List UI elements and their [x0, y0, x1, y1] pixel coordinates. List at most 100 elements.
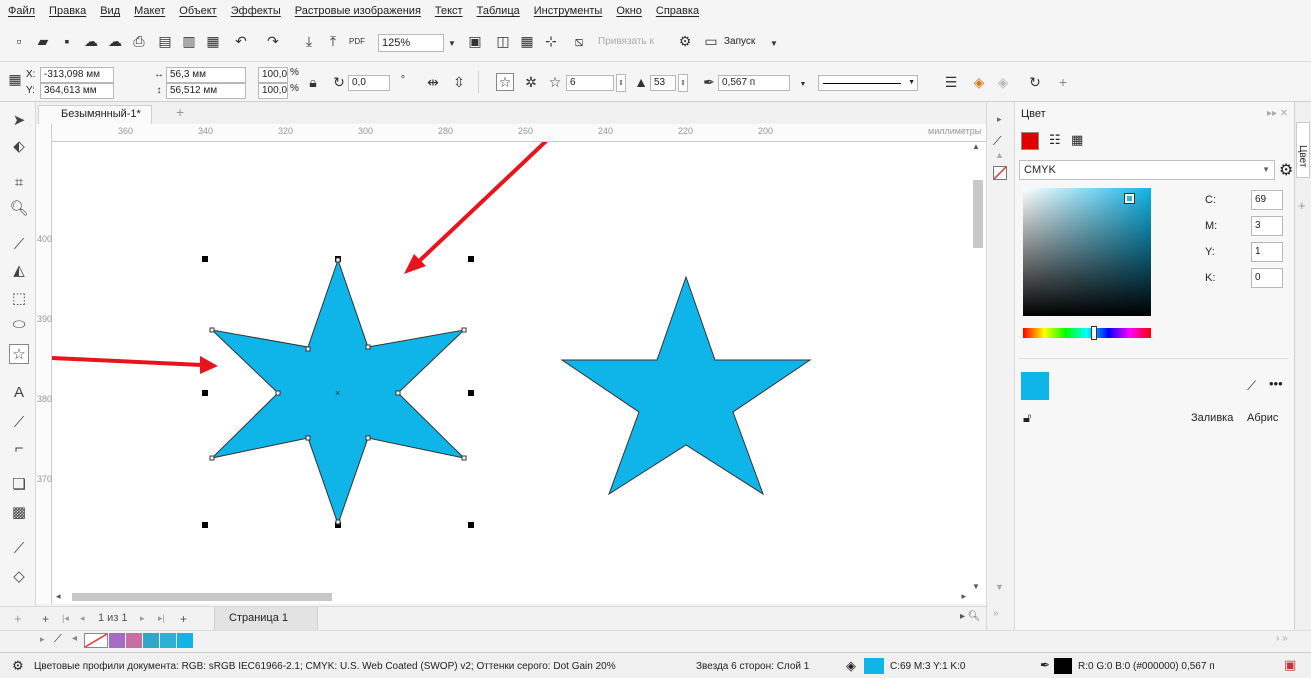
- reference-point-icon[interactable]: ▦: [6, 70, 24, 88]
- new-tab-plus-icon[interactable]: +: [176, 104, 184, 120]
- add-property-plus-icon[interactable]: +: [1054, 73, 1072, 91]
- vertical-scroll-thumb[interactable]: [973, 180, 983, 248]
- width-field[interactable]: 56,3 мм: [166, 67, 246, 83]
- palette-swatch[interactable]: [143, 633, 159, 648]
- docker-collapse-icon[interactable]: ▸▸ ✕: [1267, 108, 1288, 119]
- launch-label[interactable]: Запуск: [724, 36, 755, 47]
- cloud-upload-icon[interactable]: ☁: [82, 32, 100, 50]
- layer-back-icon[interactable]: ◈: [994, 73, 1012, 91]
- options-gear-icon[interactable]: ⚙: [676, 32, 694, 50]
- drawing-canvas[interactable]: ×: [52, 142, 970, 590]
- menu-effects[interactable]: Эффекты: [231, 5, 281, 17]
- strip-down-icon[interactable]: ▼: [995, 582, 1004, 592]
- layer-front-icon[interactable]: ◈: [970, 73, 988, 91]
- selection-handle[interactable]: [202, 390, 208, 396]
- hue-slider[interactable]: [1023, 326, 1151, 340]
- print-icon[interactable]: ⎙: [130, 32, 148, 50]
- text-tool-icon[interactable]: A: [9, 382, 29, 402]
- drop-shadow-icon[interactable]: ❏: [9, 474, 29, 494]
- grid-icon[interactable]: ▦: [518, 32, 536, 50]
- menu-text[interactable]: Текст: [435, 5, 463, 17]
- snap-to-label[interactable]: Привязать к: [598, 36, 654, 47]
- selection-handle[interactable]: [468, 256, 474, 262]
- selection-handle[interactable]: [468, 522, 474, 528]
- import-icon[interactable]: ⤓: [300, 32, 318, 50]
- full-screen-icon[interactable]: ▣: [466, 32, 484, 50]
- scroll-left-icon[interactable]: ◂: [56, 591, 61, 602]
- new-document-icon[interactable]: ▫: [10, 32, 28, 50]
- next-page-icon[interactable]: ▸: [140, 613, 145, 624]
- color-viewer-icon[interactable]: [1021, 132, 1039, 150]
- page-tab[interactable]: Страница 1: [214, 607, 318, 631]
- scale-height-field[interactable]: 100,0: [258, 83, 288, 99]
- menu-tools[interactable]: Инструменты: [534, 5, 603, 17]
- height-field[interactable]: 56,512 мм: [166, 83, 246, 99]
- palette-scroll-right-icon[interactable]: › »: [1276, 633, 1288, 644]
- copy-icon[interactable]: ▥: [180, 32, 198, 50]
- parallel-dimension-icon[interactable]: ⟋: [9, 412, 29, 432]
- pdf-icon[interactable]: PDF: [348, 32, 366, 50]
- c-value-field[interactable]: 69: [1251, 190, 1283, 210]
- convert-to-curves-icon[interactable]: ↻: [1026, 73, 1044, 91]
- outline-width-dropdown-icon[interactable]: ▼: [796, 75, 810, 93]
- sharpness-spinner-icon[interactable]: ⇕: [678, 74, 688, 92]
- artistic-media-icon[interactable]: ◭: [9, 260, 29, 280]
- zoom-page-icon[interactable]: ▸ 🔍︎: [960, 611, 981, 622]
- color-options-gear-icon[interactable]: ⚙: [1279, 160, 1293, 180]
- menu-file[interactable]: Файл: [8, 5, 35, 17]
- docker-side-tab-color[interactable]: Цвет: [1296, 122, 1310, 178]
- menu-bitmaps[interactable]: Растровые изображения: [295, 5, 421, 17]
- palette-swatch[interactable]: [109, 633, 125, 648]
- menu-layout[interactable]: Макет: [134, 5, 165, 17]
- vertical-ruler[interactable]: 400 390 380 370: [36, 124, 52, 604]
- selection-handle[interactable]: [468, 390, 474, 396]
- menu-table[interactable]: Таблица: [477, 5, 520, 17]
- outline-button[interactable]: Абрис: [1247, 412, 1278, 424]
- complex-star-icon[interactable]: ✲: [522, 73, 540, 91]
- color-palettes-icon[interactable]: ▦: [1071, 132, 1083, 148]
- launch-icon[interactable]: ▭: [702, 32, 720, 50]
- add-page-before-icon[interactable]: +: [42, 612, 49, 626]
- menu-help[interactable]: Справка: [656, 5, 699, 17]
- menu-view[interactable]: Вид: [100, 5, 120, 17]
- strip-no-color-icon[interactable]: [993, 166, 1007, 180]
- m-value-field[interactable]: 3: [1251, 216, 1283, 236]
- menu-window[interactable]: Окно: [616, 5, 642, 17]
- pick-tool-icon[interactable]: ➤: [9, 110, 29, 130]
- interactive-fill-icon[interactable]: ◇: [9, 566, 29, 586]
- more-options-icon[interactable]: •••: [1269, 376, 1283, 391]
- hue-slider-handle[interactable]: [1091, 326, 1097, 340]
- rotation-field[interactable]: 0,0: [348, 75, 390, 91]
- snap-toggle-icon[interactable]: ⧅: [570, 32, 588, 50]
- polygon-star-tool-icon[interactable]: ☆: [9, 344, 29, 364]
- scale-width-field[interactable]: 100,0: [258, 67, 288, 83]
- scroll-right-icon[interactable]: ▸: [961, 591, 966, 602]
- vertical-scrollbar[interactable]: ▲ ▼: [970, 142, 986, 604]
- redo-icon[interactable]: ↷: [264, 32, 282, 50]
- text-wrap-icon[interactable]: ☰: [942, 73, 960, 91]
- palette-swatch[interactable]: [126, 633, 142, 648]
- document-tab[interactable]: Безымянный-1*: [38, 105, 152, 124]
- strip-more-icon[interactable]: »: [993, 608, 999, 619]
- ellipse-tool-icon[interactable]: ⬭: [9, 314, 29, 334]
- menu-object[interactable]: Объект: [179, 5, 216, 17]
- strip-up-icon[interactable]: ▲: [995, 150, 1004, 160]
- crop-tool-icon[interactable]: ⌗: [9, 172, 29, 192]
- cloud-download-icon[interactable]: ☁: [106, 32, 124, 50]
- palette-eyedropper-icon[interactable]: ⟋: [54, 633, 62, 646]
- docker-add-icon[interactable]: +: [1298, 198, 1306, 213]
- shape-tool-icon[interactable]: ⬖: [9, 136, 29, 156]
- mirror-vertical-icon[interactable]: ⇳: [450, 73, 468, 91]
- prev-page-icon[interactable]: ◂: [80, 613, 85, 624]
- color-model-select[interactable]: CMYK ▼: [1019, 160, 1275, 180]
- y-position-field[interactable]: 364,613 мм: [40, 83, 114, 99]
- menu-edit[interactable]: Правка: [49, 5, 86, 17]
- star-shape-icon[interactable]: ☆: [496, 73, 514, 91]
- guidelines-icon[interactable]: ⊹: [542, 32, 560, 50]
- palette-swatch[interactable]: [160, 633, 176, 648]
- palette-scroll-left-icon[interactable]: ◂: [72, 633, 77, 644]
- connector-tool-icon[interactable]: ⌐: [9, 438, 29, 458]
- fill-button[interactable]: Заливка: [1191, 412, 1233, 424]
- color-picker-field[interactable]: [1023, 188, 1151, 316]
- x-position-field[interactable]: -313,098 мм: [40, 67, 114, 83]
